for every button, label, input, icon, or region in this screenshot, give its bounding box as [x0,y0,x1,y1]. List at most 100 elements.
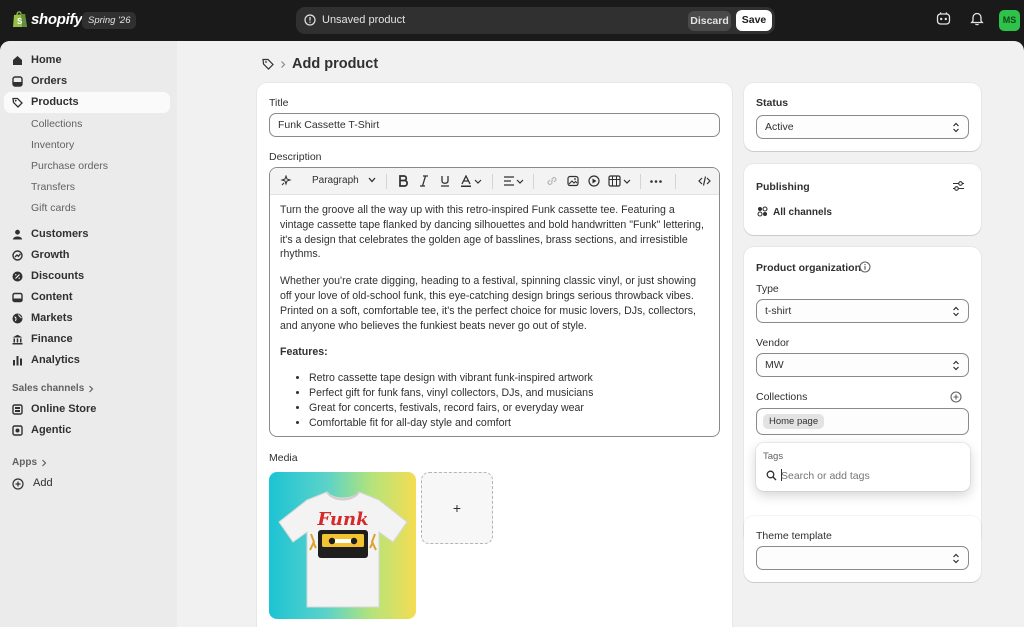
breadcrumb-chevron-icon [280,60,286,69]
sidebar-subitem-gift-cards[interactable]: Gift cards [31,202,76,214]
status-label: Status [756,97,789,109]
select-arrows-icon [952,306,960,317]
vendor-select[interactable]: MW [756,353,969,377]
sidebar-item-online-store[interactable]: Online Store [4,399,170,420]
sidebar-subitem-inventory[interactable]: Inventory [31,139,74,151]
publishing-card: Publishing All channels [744,164,981,235]
page-title: Add product [292,56,379,72]
collections-field[interactable]: Home page [756,408,969,435]
add-label: Add [33,477,53,489]
globe-icon [12,313,23,324]
person-icon [12,229,23,240]
list-item: Comfortable fit for all-day style and co… [309,416,710,431]
sidebar-item-analytics[interactable]: Analytics [4,350,170,371]
product-image[interactable]: Funk [269,472,416,619]
status-select[interactable]: Active [756,115,969,139]
chevron-right-icon [88,385,94,393]
theme-template-label: Theme template [756,530,832,542]
edition-badge[interactable]: Spring '26 [82,12,137,29]
shirt-lettering: Funk [316,509,368,530]
avatar[interactable]: MS [999,10,1020,31]
select-arrows-icon [952,122,960,133]
sidebar-item-discounts[interactable]: Discounts [4,266,170,287]
bank-icon [12,334,23,345]
paragraph-style-value: Paragraph [312,175,359,186]
publishing-label: Publishing [756,181,810,193]
add-circle-icon [12,478,24,490]
title-input[interactable]: Funk Cassette T-Shirt [269,113,720,137]
toolbar-divider [640,174,641,189]
description-label: Description [269,151,322,163]
sidebar-item-customers[interactable]: Customers [4,224,170,245]
vendor-value: MW [765,359,784,371]
video-icon[interactable] [588,175,600,187]
sidebar-item-markets[interactable]: Markets [4,308,170,329]
sidebar-item-label: Content [31,291,73,303]
align-icon[interactable] [503,175,525,187]
sidebar-subitem-transfers[interactable]: Transfers [31,181,75,193]
sidebar-subitem-collections[interactable]: Collections [31,118,82,130]
discard-button[interactable]: Discard [688,11,731,31]
sidebar-item-label: Orders [31,75,68,87]
info-icon[interactable] [859,261,871,273]
sidebar-subitem-purchase-orders[interactable]: Purchase orders [31,160,108,172]
agentic-icon [12,425,23,436]
alert-icon [304,14,316,26]
sidebar-item-agentic[interactable]: Agentic [4,420,170,441]
sidebar-add-app[interactable]: Add [4,473,170,494]
bold-icon[interactable] [398,175,409,187]
sidebar-item-label: Markets [31,312,73,324]
title-label: Title [269,97,289,109]
sidebar-item-finance[interactable]: Finance [4,329,170,350]
publishing-channels[interactable]: All channels [773,207,832,218]
theme-template-card: Theme template [744,516,981,582]
description-content[interactable]: Turn the groove all the way up with this… [280,203,710,430]
shopify-logo[interactable]: S shopify [12,10,83,28]
sidekick-icon[interactable] [936,11,951,26]
search-icon [766,470,777,481]
sliders-icon[interactable] [952,180,965,192]
tag-icon[interactable] [262,58,274,70]
description-editor[interactable]: Paragraph Turn the groove all the way up… [269,167,720,437]
theme-template-select[interactable] [756,546,969,570]
bell-icon[interactable] [970,11,984,26]
table-icon[interactable] [608,175,632,187]
save-button[interactable]: Save [736,10,772,31]
underline-icon[interactable] [440,175,450,187]
code-icon[interactable] [698,175,711,187]
description-paragraph: Turn the groove all the way up with this… [280,204,704,261]
sales-channels-label: Sales channels [12,383,85,394]
contextual-save-bar: Unsaved product Discard Save [296,7,775,34]
collection-chip[interactable]: Home page [763,414,825,429]
toolbar-divider [492,174,493,189]
sidebar-item-growth[interactable]: Growth [4,245,170,266]
type-select[interactable]: t-shirt [756,299,969,323]
link-icon[interactable] [546,175,558,187]
sidebar-item-label: Online Store [31,403,97,415]
tags-search-input[interactable] [781,468,961,483]
select-arrows-icon [952,360,960,371]
italic-icon[interactable] [419,175,429,187]
tag-icon [12,97,23,108]
more-icon[interactable] [650,180,662,183]
chevron-right-icon [41,459,47,467]
image-icon[interactable] [567,175,579,187]
paragraph-style-select[interactable]: Paragraph [312,175,359,186]
editor-toolbar: Paragraph [270,168,719,195]
sidebar-item-content[interactable]: Content [4,287,170,308]
text-color-icon[interactable] [461,175,483,187]
svg-text:S: S [17,17,23,26]
sales-channels-heading[interactable]: Sales channels [12,383,94,394]
add-media-button[interactable]: + [421,472,493,544]
sidebar-item-label: Customers [31,228,89,240]
growth-icon [12,250,23,261]
list-item: Perfect gift for funk fans, vinyl collec… [309,386,710,401]
add-collection-icon[interactable] [950,391,962,403]
magic-icon[interactable] [280,175,292,187]
sidebar-item-orders[interactable]: Orders [4,71,170,92]
shopify-bag-icon: S [13,11,27,27]
features-heading: Features: [280,346,328,359]
apps-heading[interactable]: Apps [12,457,47,468]
sidebar-item-home[interactable]: Home [4,50,170,71]
sidebar-item-products[interactable]: Products [4,92,170,113]
